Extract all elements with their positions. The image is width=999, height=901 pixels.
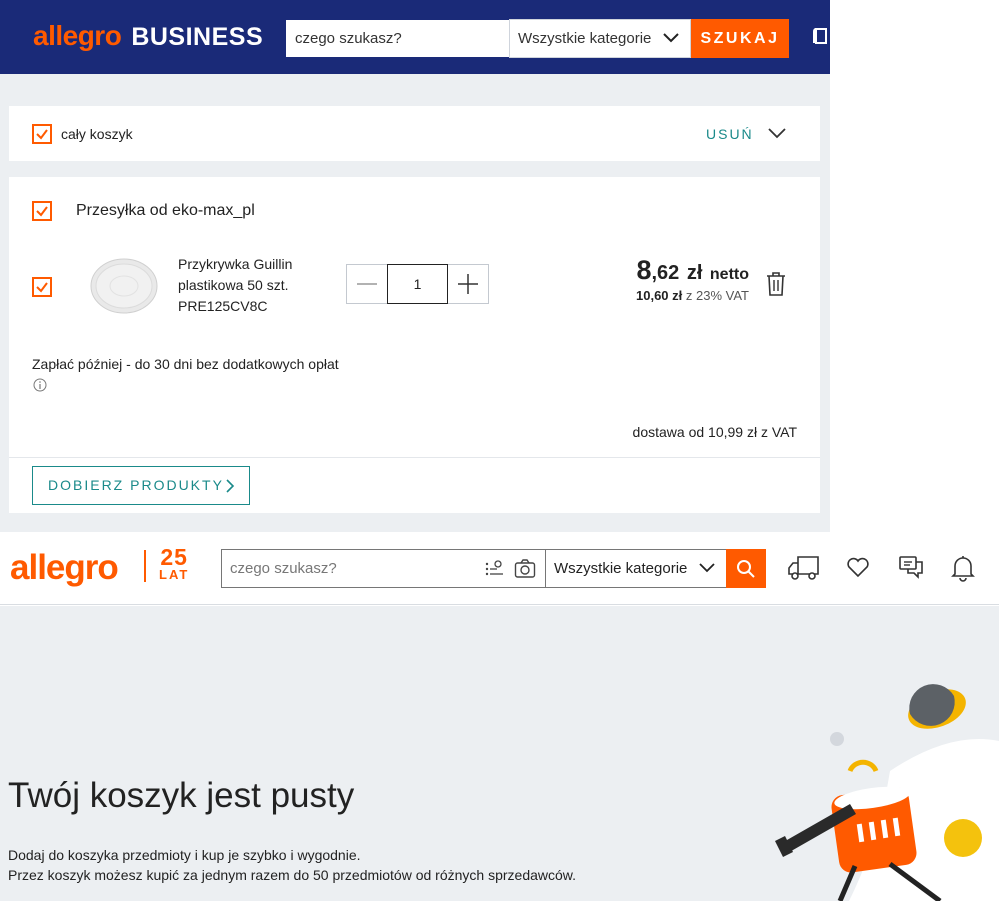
filter-list-icon[interactable]: [484, 560, 504, 578]
heart-icon[interactable]: [845, 554, 871, 580]
search-button[interactable]: [726, 549, 766, 588]
anniversary-badge: 25 LAT: [159, 546, 189, 582]
empty-cart-text: Przez koszyk możesz kupić za jednym raze…: [8, 867, 577, 883]
product-thumbnail[interactable]: [89, 257, 159, 315]
bell-icon[interactable]: [950, 554, 976, 582]
chevron-right-icon: [226, 479, 235, 493]
logo-separator: [144, 550, 146, 582]
business-cart-section: allegro BUSINESS czego szukasz? Wszystki…: [0, 0, 830, 532]
plus-icon: [458, 274, 478, 294]
category-select[interactable]: Wszystkie kategorie: [509, 19, 691, 58]
divider: [9, 457, 820, 458]
increase-button[interactable]: [448, 265, 488, 303]
info-icon[interactable]: [33, 378, 47, 392]
basket-mascot-illustration: [775, 684, 999, 901]
category-select[interactable]: Wszystkie kategorie: [545, 549, 727, 588]
messages-icon[interactable]: [898, 554, 924, 580]
trash-icon[interactable]: [765, 271, 787, 297]
search-button[interactable]: SZUKAJ: [691, 19, 789, 58]
business-header: allegro BUSINESS czego szukasz? Wszystki…: [0, 0, 830, 74]
product-name-line: PRE125CV8C: [178, 298, 268, 314]
chevron-down-icon[interactable]: [768, 126, 786, 140]
search-placeholder: czego szukasz?: [230, 560, 337, 577]
truck-icon[interactable]: [812, 25, 834, 49]
product-name[interactable]: Przykrywka Guillin plastikowa 50 szt. PR…: [178, 254, 318, 317]
delivery-cost: dostawa od 10,99 zł z VAT: [632, 424, 797, 440]
check-icon: [36, 129, 48, 140]
product-name-line: plastikowa 50 szt.: [178, 277, 289, 293]
select-all-label: cały koszyk: [61, 126, 133, 142]
select-all-checkbox[interactable]: [32, 124, 52, 144]
pay-later-text: Zapłać później - do 30 dni bez dodatkowy…: [32, 356, 339, 372]
category-label: Wszystkie kategorie: [554, 560, 688, 577]
quantity-input[interactable]: 1: [387, 264, 448, 304]
allegro-header: allegro 25 LAT czego szukasz? Wszystkie …: [0, 532, 999, 605]
gross-price: 10,60 zł: [636, 288, 683, 303]
shipment-title: Przesyłka od eko-max_pl: [76, 202, 255, 219]
quantity-stepper: 1: [346, 264, 489, 304]
logo-suffix: BUSINESS: [131, 23, 264, 51]
chevron-down-icon: [663, 33, 679, 43]
search-icon: [737, 560, 755, 578]
shipment-card: Przesyłka od eko-max_pl Przykrywka Guill…: [9, 177, 820, 513]
item-price: 8,62 zł netto 10,60 zł z 23% VAT: [636, 255, 749, 303]
minus-icon: [357, 283, 377, 285]
anniversary-number: 25: [160, 544, 188, 570]
empty-cart-section: Twój koszyk jest pusty Dodaj do koszyka …: [0, 606, 999, 901]
camera-icon[interactable]: [514, 559, 536, 579]
match-products-button[interactable]: DOBIERZ PRODUKTY: [32, 466, 250, 505]
check-icon: [36, 206, 48, 217]
item-checkbox[interactable]: [32, 277, 52, 297]
vat-label: z 23% VAT: [685, 288, 749, 303]
category-label: Wszystkie kategorie: [518, 30, 652, 47]
search-input[interactable]: czego szukasz?: [221, 549, 546, 588]
net-label: netto: [709, 266, 749, 283]
price-decimal: ,62: [651, 262, 680, 284]
match-products-label: DOBIERZ PRODUKTY: [48, 477, 224, 493]
allegro-logo[interactable]: allegro: [10, 548, 119, 588]
price-integer: 8: [636, 255, 652, 285]
price-currency: zł: [686, 262, 703, 284]
shipment-checkbox[interactable]: [32, 201, 52, 221]
select-all-row: cały koszyk USUŃ: [9, 106, 820, 161]
anniversary-word: LAT: [159, 567, 190, 582]
product-name-line: Przykrywka Guillin: [178, 256, 293, 272]
remove-button[interactable]: USUŃ: [706, 126, 754, 142]
business-logo[interactable]: allegro BUSINESS: [33, 20, 263, 56]
empty-cart-title: Twój koszyk jest pusty: [8, 776, 355, 815]
search-input[interactable]: czego szukasz?: [285, 19, 510, 58]
empty-cart-text: Dodaj do koszyka przedmioty i kup je szy…: [8, 847, 361, 863]
chevron-down-icon: [699, 563, 715, 573]
check-icon: [36, 282, 48, 293]
delivery-truck-icon[interactable]: [788, 554, 820, 582]
logo-brand: allegro: [33, 20, 122, 51]
decrease-button[interactable]: [347, 265, 387, 303]
